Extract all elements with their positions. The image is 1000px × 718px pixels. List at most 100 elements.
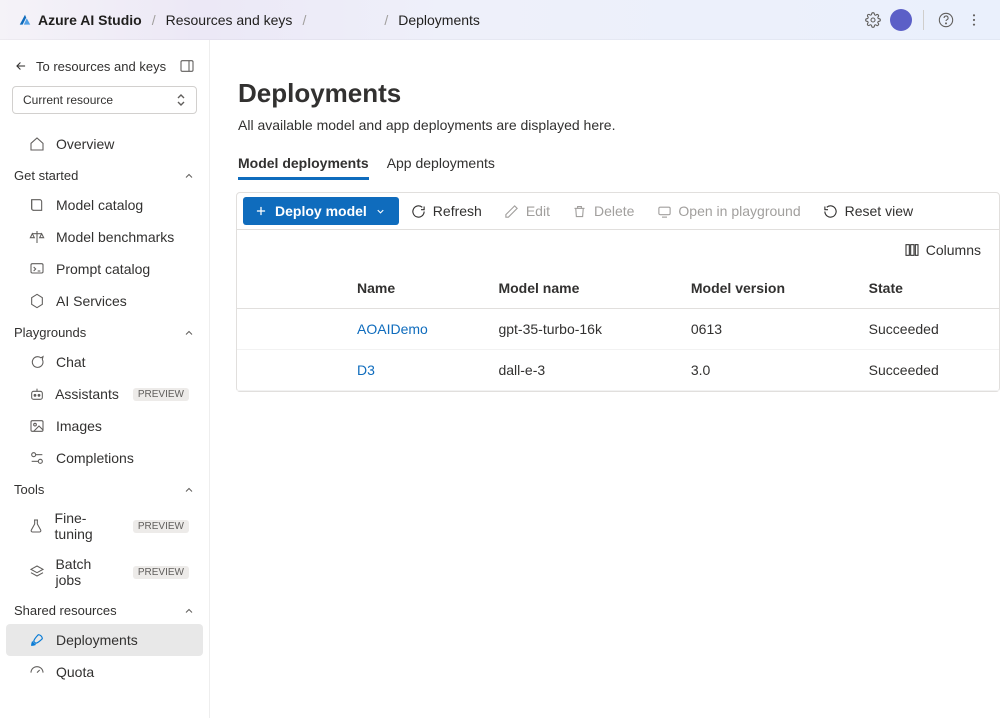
sidebar-item-model-benchmarks[interactable]: Model benchmarks	[6, 221, 203, 253]
sidebar-item-completions[interactable]: Completions	[6, 442, 203, 474]
tab-app-deployments[interactable]: App deployments	[387, 155, 495, 180]
sidebar-item-quota[interactable]: Quota	[6, 656, 203, 688]
command-bar: Deploy model Refresh Edit Delete Open in…	[236, 192, 1000, 230]
sidebar-item-batch-jobs[interactable]: Batch jobs PREVIEW	[6, 549, 203, 595]
sidebar-item-label: Model catalog	[56, 197, 143, 213]
table-row[interactable]: D3 dall-e-3 3.0 Succeeded	[237, 350, 999, 391]
tab-model-deployments[interactable]: Model deployments	[238, 155, 369, 180]
breadcrumb-resources[interactable]: Resources and keys	[160, 12, 299, 28]
edit-icon	[504, 203, 520, 219]
button-label: Open in playground	[678, 203, 800, 219]
completions-icon	[28, 449, 46, 467]
breadcrumb-sep-icon: /	[380, 12, 392, 28]
more-vertical-icon	[966, 12, 982, 28]
main-content: Deployments All available model and app …	[210, 40, 1000, 718]
deploy-model-button[interactable]: Deploy model	[243, 197, 399, 225]
breadcrumb-sep-icon: /	[148, 12, 160, 28]
sidebar-item-ai-services[interactable]: AI Services	[6, 285, 203, 317]
col-model-name[interactable]: Model name	[488, 268, 680, 309]
group-label: Playgrounds	[14, 325, 86, 340]
button-label: Deploy model	[275, 203, 367, 219]
sidebar-item-chat[interactable]: Chat	[6, 346, 203, 378]
cell-state: Succeeded	[859, 350, 999, 391]
more-button[interactable]	[960, 6, 988, 34]
cell-model-name: dall-e-3	[488, 350, 680, 391]
group-playgrounds[interactable]: Playgrounds	[0, 317, 209, 346]
table-header-row: Name Model name Model version State	[237, 268, 999, 309]
columns-button[interactable]: Columns	[904, 242, 981, 258]
cell-model-version: 3.0	[681, 350, 859, 391]
chevron-up-icon	[183, 327, 195, 339]
chevron-up-icon	[183, 484, 195, 496]
back-link-label: To resources and keys	[36, 59, 166, 74]
plus-icon	[253, 203, 269, 219]
scale-icon	[28, 228, 46, 246]
group-label: Shared resources	[14, 603, 117, 618]
user-avatar[interactable]	[887, 6, 915, 34]
settings-button[interactable]	[859, 6, 887, 34]
top-bar: Azure AI Studio / Resources and keys / /…	[0, 0, 1000, 40]
breadcrumb-resources-label: Resources and keys	[166, 12, 293, 28]
sidebar-item-label: Model benchmarks	[56, 229, 174, 245]
chat-icon	[28, 353, 46, 371]
help-button[interactable]	[932, 6, 960, 34]
prompt-icon	[28, 260, 46, 278]
sidebar-item-label: Overview	[56, 136, 114, 152]
sidebar-item-deployments[interactable]: Deployments	[6, 624, 203, 656]
sidebar-item-label: Deployments	[56, 632, 138, 648]
flask-icon	[28, 517, 45, 535]
group-get-started[interactable]: Get started	[0, 160, 209, 189]
panel-collapse-icon	[179, 58, 195, 74]
rocket-icon	[28, 631, 46, 649]
reset-icon	[823, 203, 839, 219]
arrow-left-icon	[14, 59, 28, 73]
sidebar-item-images[interactable]: Images	[6, 410, 203, 442]
refresh-button[interactable]: Refresh	[401, 197, 492, 225]
deployment-name-link[interactable]: D3	[357, 362, 375, 378]
table-row[interactable]: AOAIDemo gpt-35-turbo-16k 0613 Succeeded	[237, 309, 999, 350]
back-to-resources[interactable]: To resources and keys	[14, 59, 166, 74]
azure-logo-icon	[18, 13, 32, 27]
preview-badge: PREVIEW	[133, 388, 189, 401]
chevron-updown-icon	[176, 93, 186, 107]
col-name[interactable]: Name	[347, 268, 488, 309]
sidebar-item-label: AI Services	[56, 293, 127, 309]
col-state[interactable]: State	[859, 268, 999, 309]
sidebar-item-label: Prompt catalog	[56, 261, 150, 277]
sidebar-item-model-catalog[interactable]: Model catalog	[6, 189, 203, 221]
resource-selector[interactable]: Current resource	[12, 86, 197, 114]
home-icon	[28, 135, 46, 153]
open-playground-button: Open in playground	[646, 197, 810, 225]
group-tools[interactable]: Tools	[0, 474, 209, 503]
edit-button: Edit	[494, 197, 560, 225]
deployment-name-link[interactable]: AOAIDemo	[357, 321, 428, 337]
button-label: Reset view	[845, 203, 913, 219]
reset-view-button[interactable]: Reset view	[813, 197, 923, 225]
collapse-sidebar-button[interactable]	[179, 58, 195, 74]
breadcrumb-brand[interactable]: Azure AI Studio	[12, 12, 148, 28]
bot-icon	[28, 385, 45, 403]
chevron-down-icon	[373, 203, 389, 219]
deployments-table: Columns Name Model name Model version St…	[236, 230, 1000, 392]
sidebar-item-fine-tuning[interactable]: Fine-tuning PREVIEW	[6, 503, 203, 549]
cell-state: Succeeded	[859, 309, 999, 350]
group-shared-resources[interactable]: Shared resources	[0, 595, 209, 624]
preview-badge: PREVIEW	[133, 566, 189, 579]
button-label: Delete	[594, 203, 634, 219]
gear-icon	[865, 12, 881, 28]
col-model-version[interactable]: Model version	[681, 268, 859, 309]
separator	[923, 10, 924, 30]
breadcrumb-deployments[interactable]: Deployments	[392, 12, 486, 28]
sidebar-item-assistants[interactable]: Assistants PREVIEW	[6, 378, 203, 410]
avatar-icon	[890, 9, 912, 31]
sidebar-item-label: Assistants	[55, 386, 119, 402]
sidebar-item-prompt-catalog[interactable]: Prompt catalog	[6, 253, 203, 285]
help-icon	[938, 12, 954, 28]
sidebar-item-label: Completions	[56, 450, 134, 466]
preview-badge: PREVIEW	[133, 520, 189, 533]
group-label: Tools	[14, 482, 44, 497]
trash-icon	[572, 203, 588, 219]
sidebar: To resources and keys Current resource O…	[0, 40, 210, 718]
sidebar-item-overview[interactable]: Overview	[6, 128, 203, 160]
sidebar-item-label: Images	[56, 418, 102, 434]
